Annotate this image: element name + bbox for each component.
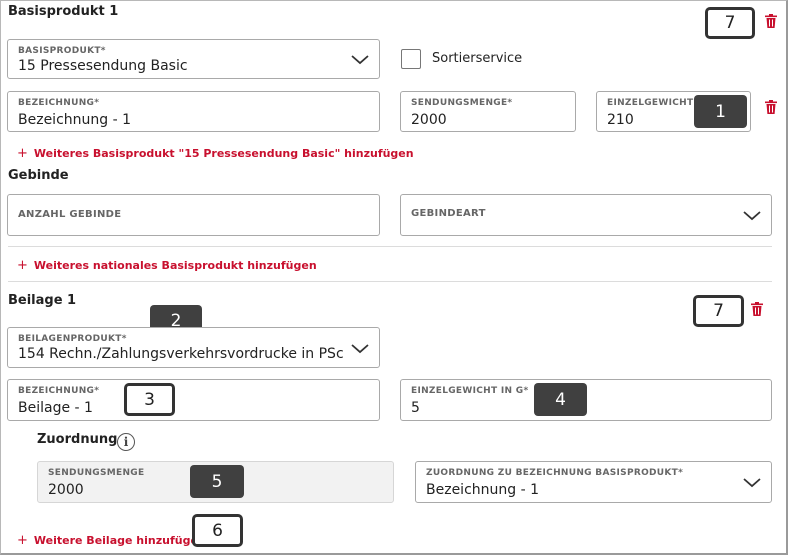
sortierservice-label: Sortierservice xyxy=(432,51,523,66)
bezeichnung-input[interactable]: BEZEICHNUNG* Bezeichnung - 1 xyxy=(7,91,380,132)
sendungsmenge-input[interactable]: SENDUNGSMENGE* 2000 xyxy=(400,91,576,132)
zuordnung-bezeichnung-select[interactable]: ZUORDNUNG ZU BEZEICHNUNG BASISPRODUKT* B… xyxy=(415,461,772,503)
beilage-bezeichnung-value: Beilage - 1 xyxy=(18,400,93,416)
beilage-heading: Beilage 1 xyxy=(8,293,77,308)
annotation-badge-7-beilage: 7 xyxy=(693,295,744,327)
beilage-bezeichnung-label: BEZEICHNUNG* xyxy=(18,386,100,396)
annotation-badge-6: 6 xyxy=(192,514,243,547)
chevron-down-icon xyxy=(351,55,369,65)
anzahl-gebinde-label: ANZAHL GEBINDE xyxy=(18,209,122,220)
add-basisprodukt-link-text: Weiteres Basisprodukt "15 Pressesendung … xyxy=(33,147,414,160)
basisprodukt-select-label: BASISPRODUKT* xyxy=(18,46,106,56)
basisprodukt-select-value: 15 Pressesendung Basic xyxy=(18,58,188,74)
einzelgewicht-label: EINZELGEWICHT I xyxy=(607,98,701,108)
delete-row-trash-icon[interactable] xyxy=(765,100,777,114)
plus-icon: + xyxy=(17,258,28,273)
add-beilage-link[interactable]: + Weitere Beilage hinzufügen xyxy=(17,533,206,548)
beilagenprodukt-select[interactable]: BEILAGENPRODUKT* 154 Rechn./Zahlungsverk… xyxy=(7,327,380,368)
basisprodukt-select[interactable]: BASISPRODUKT* 15 Pressesendung Basic xyxy=(7,39,380,79)
zuordnung-heading: Zuordnung xyxy=(37,432,118,447)
sendungsmenge-value: 2000 xyxy=(411,112,447,128)
add-national-basisprodukt-link[interactable]: + Weiteres nationales Basisprodukt hinzuf… xyxy=(17,258,317,273)
sendungsmenge-label: SENDUNGSMENGE* xyxy=(411,98,513,108)
beilage-bezeichnung-input[interactable]: BEZEICHNUNG* Beilage - 1 xyxy=(7,379,380,421)
annotation-badge-3: 3 xyxy=(124,383,175,416)
anzahl-gebinde-input[interactable]: ANZAHL GEBINDE xyxy=(7,194,380,236)
section-divider xyxy=(8,246,772,247)
bezeichnung-value: Bezeichnung - 1 xyxy=(18,112,132,128)
basisprodukt-heading: Basisprodukt 1 xyxy=(8,4,119,19)
chevron-down-icon xyxy=(743,211,761,221)
beilagenprodukt-label: BEILAGENPRODUKT* xyxy=(18,334,127,344)
annotation-badge-7-top: 7 xyxy=(705,7,755,39)
beilage-einzelgewicht-label: EINZELGEWICHT IN G* xyxy=(411,386,529,396)
zuordnung-bezeichnung-label: ZUORDNUNG ZU BEZEICHNUNG BASISPRODUKT* xyxy=(426,468,684,478)
beilage-einzelgewicht-value: 5 xyxy=(411,400,420,416)
add-basisprodukt-link[interactable]: + Weiteres Basisprodukt "15 Pressesendung… xyxy=(17,146,414,161)
add-beilage-link-text: Weitere Beilage hinzufügen xyxy=(33,534,206,547)
add-national-link-text: Weiteres nationales Basisprodukt hinzufü… xyxy=(33,259,317,272)
gebindeart-select[interactable]: GEBINDEART xyxy=(400,194,772,236)
zuordnung-sendungsmenge-value: 2000 xyxy=(48,482,84,498)
info-icon[interactable]: i xyxy=(117,433,135,451)
zuordnung-bezeichnung-value: Bezeichnung - 1 xyxy=(426,482,540,498)
annotation-badge-4: 4 xyxy=(534,383,587,416)
gebinde-heading: Gebinde xyxy=(8,168,69,183)
chevron-down-icon xyxy=(743,478,761,488)
plus-icon: + xyxy=(17,146,28,161)
chevron-down-icon xyxy=(351,344,369,354)
delete-basisprodukt-trash-icon[interactable] xyxy=(765,14,777,28)
zuordnung-sendungsmenge-label: SENDUNGSMENGE xyxy=(48,468,145,478)
delete-beilage-trash-icon[interactable] xyxy=(751,302,763,316)
sortierservice-checkbox[interactable] xyxy=(401,49,421,69)
annotation-badge-1: 1 xyxy=(694,95,747,128)
gebindeart-label: GEBINDEART xyxy=(411,208,486,219)
section-divider xyxy=(8,281,772,282)
plus-icon: + xyxy=(17,533,28,548)
bezeichnung-label: BEZEICHNUNG* xyxy=(18,98,100,108)
einzelgewicht-value: 210 xyxy=(607,112,634,128)
annotation-badge-5: 5 xyxy=(190,465,244,498)
beilagenprodukt-value: 154 Rechn./Zahlungsverkehrsvordrucke in … xyxy=(18,346,344,362)
